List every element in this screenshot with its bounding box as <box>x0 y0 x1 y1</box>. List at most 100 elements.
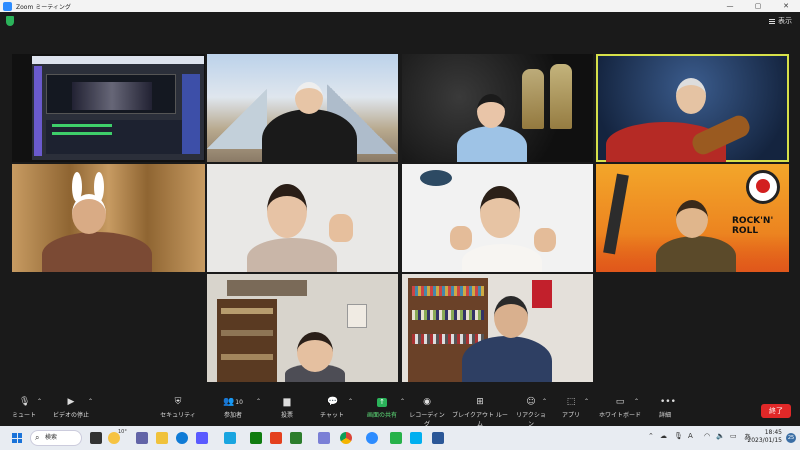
participant-head <box>676 200 708 238</box>
participants-caret-icon[interactable]: ⌃ <box>256 398 261 405</box>
participant-head <box>676 78 706 114</box>
edge-browser-icon[interactable] <box>176 432 188 444</box>
skype-icon[interactable] <box>410 432 422 444</box>
microphone-icon: 🎙 <box>19 397 31 407</box>
view-button[interactable]: 表示 <box>769 16 792 26</box>
stop-video-button[interactable]: ▶ ビデオの停止 <box>50 397 92 420</box>
participant-head <box>477 94 505 128</box>
more-label: 詳細 <box>658 412 671 419</box>
apps-caret-icon[interactable]: ⌃ <box>584 398 589 405</box>
video-tile-man-bunny-ears[interactable] <box>12 164 205 272</box>
rock-n-roll-banner: ROCK'N' ROLL <box>732 216 774 236</box>
cloud-icon[interactable]: ☁ <box>660 432 667 440</box>
video-tile-woman-waving[interactable] <box>207 164 398 272</box>
file-explorer-icon[interactable] <box>156 432 168 444</box>
participant-head <box>494 296 528 338</box>
windows-taskbar: 検索 10° ⌃ ☁ 🎙 A ◠ 🔈 ▭ あ 18:45 2023/01/15 … <box>0 426 800 450</box>
breakout-rooms-button[interactable]: ⊞ ブレイクアウト ルーム <box>452 397 508 429</box>
mute-button[interactable]: 🎙 ミュート <box>12 397 37 420</box>
security-button[interactable]: ⛨ セキュリティ <box>160 397 196 420</box>
battery-icon[interactable]: ▭ <box>730 432 737 440</box>
reactions-caret-icon[interactable]: ⌃ <box>542 398 547 405</box>
share-screen-button[interactable]: ↑ 画面の共有 <box>362 398 402 419</box>
participants-label: 参加者 <box>223 412 242 419</box>
chat-bubble-icon: 💬 <box>327 397 339 407</box>
video-tile-screen-share[interactable] <box>12 54 205 162</box>
participant-body <box>262 109 357 162</box>
apps-label: アプリ <box>561 412 580 419</box>
window-title: Zoom ミーティング <box>16 3 71 11</box>
encryption-shield-icon[interactable] <box>6 16 14 26</box>
speaker-icon[interactable]: 🔈 <box>716 432 725 440</box>
office-icon[interactable] <box>270 432 282 444</box>
end-meeting-button[interactable]: 終了 <box>761 404 791 418</box>
participant-head <box>72 194 106 234</box>
app-l-icon[interactable] <box>224 432 236 444</box>
security-shield-icon: ⛨ <box>174 397 182 407</box>
video-tile-man-rock-n-roll[interactable]: ROCK'N' ROLL <box>596 164 789 272</box>
store-icon[interactable] <box>196 432 208 444</box>
mute-label: ミュート <box>12 412 37 419</box>
zoom-logo-icon <box>3 1 12 11</box>
line-app-icon[interactable] <box>390 432 402 444</box>
video-options-caret-icon[interactable]: ⌃ <box>88 398 93 405</box>
close-window-button[interactable]: ✕ <box>772 0 800 12</box>
participant-body <box>457 126 527 162</box>
photos-icon[interactable] <box>318 432 330 444</box>
participants-button[interactable]: 👥10 参加者 <box>218 398 248 420</box>
record-icon: ◉ <box>423 397 431 407</box>
polls-label: 投票 <box>280 412 293 419</box>
meeting-controls-bar: 🎙 ミュート ⌃ ▶ ビデオの停止 ⌃ ⛨ セキュリティ 👥10 参加者 ⌃ ▆… <box>0 394 800 429</box>
video-tile-woman-waving-blank[interactable] <box>402 164 593 272</box>
windows-start-icon[interactable] <box>12 433 22 443</box>
whiteboard-caret-icon[interactable]: ⌃ <box>634 398 639 405</box>
task-view-icon[interactable] <box>90 432 102 444</box>
wifi-icon[interactable]: ◠ <box>704 432 710 440</box>
chrome-icon[interactable] <box>340 432 352 444</box>
window-title-bar: Zoom ミーティング — ▢ ✕ <box>0 0 800 12</box>
share-screen-icon: ↑ <box>377 398 387 407</box>
teams-chat-icon[interactable] <box>136 432 148 444</box>
taskbar-clock[interactable]: 18:45 2023/01/15 <box>747 429 782 445</box>
participant-body <box>656 236 736 272</box>
green-app-icon[interactable] <box>290 432 302 444</box>
whiteboard-label: ホワイトボード <box>598 412 641 419</box>
smiley-icon: ☺ <box>526 397 536 407</box>
taskbar-search-box[interactable]: 検索 <box>30 430 82 446</box>
video-tile-man-bookshelf[interactable] <box>402 274 593 382</box>
apps-icon: ⬚ <box>566 397 576 407</box>
chat-caret-icon[interactable]: ⌃ <box>348 398 353 405</box>
participant-head <box>295 82 323 114</box>
notification-badge[interactable]: 25 <box>786 433 796 443</box>
share-caret-icon[interactable]: ⌃ <box>400 398 405 405</box>
bar-chart-icon: ▆ <box>283 397 291 407</box>
video-tile-woman-champagne[interactable] <box>402 54 593 162</box>
maximize-button[interactable]: ▢ <box>744 0 772 12</box>
more-dots-icon: ••• <box>660 397 676 407</box>
microphone-tray-icon[interactable]: 🎙 <box>674 432 683 440</box>
xbox-icon[interactable] <box>250 432 262 444</box>
polls-button[interactable]: ▆ 投票 <box>276 397 298 420</box>
video-tile-man-guitar-snow[interactable] <box>596 54 789 162</box>
video-tile-woman-bookshelf[interactable] <box>207 274 398 382</box>
apps-button[interactable]: ⬚ アプリ <box>560 397 582 420</box>
share-screen-label: 画面の共有 <box>366 412 397 419</box>
participants-count: 10 <box>235 399 243 406</box>
video-tile-man-louvre[interactable] <box>207 54 398 162</box>
more-button[interactable]: ••• 詳細 <box>654 397 676 420</box>
tray-chevron-icon[interactable]: ⌃ <box>648 432 654 440</box>
zoom-taskbar-icon[interactable] <box>366 432 378 444</box>
chat-button[interactable]: 💬 チャット <box>318 397 346 420</box>
grid-view-icon <box>769 18 775 24</box>
word-icon[interactable] <box>432 432 444 444</box>
minimize-button[interactable]: — <box>716 0 744 12</box>
ime-mode-indicator[interactable]: A <box>688 432 693 440</box>
participant-body <box>462 244 542 272</box>
participant-head <box>267 184 307 238</box>
video-camera-icon: ▶ <box>67 397 75 407</box>
record-button[interactable]: ◉ レコーディング <box>408 397 446 429</box>
breakout-grid-icon: ⊞ <box>476 397 484 407</box>
clock-time: 18:45 <box>764 429 782 436</box>
audio-options-caret-icon[interactable]: ⌃ <box>37 398 42 405</box>
participant-body <box>42 232 152 272</box>
